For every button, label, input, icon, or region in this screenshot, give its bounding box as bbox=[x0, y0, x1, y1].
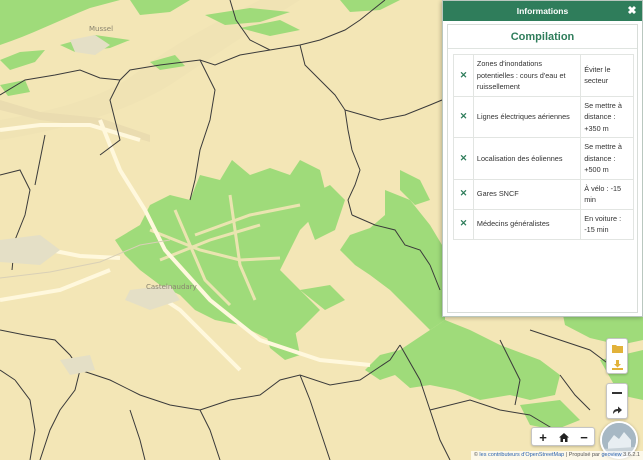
panel-body: Compilation ✕ Zones d'inondations potent… bbox=[447, 24, 638, 313]
criteria-table: ✕ Zones d'inondations potentielles : cou… bbox=[453, 54, 634, 240]
download-icon[interactable] bbox=[608, 357, 626, 373]
remove-criterion-button[interactable]: ✕ bbox=[453, 178, 474, 210]
table-row: ✕ Gares SNCF À vélo : -15 min bbox=[453, 178, 634, 210]
criterion-label: Gares SNCF bbox=[472, 178, 582, 210]
attribution-version: 3.6.2.1 bbox=[621, 452, 640, 458]
criterion-label: Médecins généralistes bbox=[472, 208, 582, 240]
attribution-separator: | Propulsé par bbox=[564, 452, 602, 458]
criterion-action: Éviter le secteur bbox=[580, 54, 634, 97]
zoom-control: + − bbox=[531, 427, 595, 446]
undo-icon[interactable] bbox=[608, 385, 626, 401]
zoom-out-button[interactable]: − bbox=[575, 429, 593, 445]
zoom-in-button[interactable]: + bbox=[534, 429, 552, 445]
criterion-action: À vélo : -15 min bbox=[580, 178, 634, 210]
panel-header: Informations ✖ bbox=[443, 1, 642, 21]
map-attribution: © les contributeurs d'OpenStreetMap | Pr… bbox=[470, 451, 643, 460]
table-row: ✕ Médecins généralistes En voiture : -15… bbox=[453, 208, 634, 240]
criterion-action: En voiture : -15 min bbox=[580, 208, 634, 240]
history-control bbox=[606, 383, 628, 419]
information-panel: Informations ✖ Compilation ✕ Zones d'ino… bbox=[442, 0, 643, 317]
redo-icon[interactable] bbox=[608, 402, 626, 418]
place-label-mussel: Mussel bbox=[89, 25, 114, 33]
criterion-action: Se mettre à distance : +350 m bbox=[580, 95, 634, 138]
table-row: ✕ Localisation des éoliennes Se mettre à… bbox=[453, 137, 634, 180]
panel-header-title: Informations bbox=[516, 6, 569, 16]
panel-title: Compilation bbox=[448, 25, 637, 49]
layer-tools-control bbox=[606, 338, 628, 374]
criterion-label: Zones d'inondations potentielles : cours… bbox=[472, 54, 582, 97]
table-row: ✕ Zones d'inondations potentielles : cou… bbox=[453, 54, 634, 97]
close-icon[interactable]: ✖ bbox=[626, 1, 638, 21]
remove-criterion-button[interactable]: ✕ bbox=[453, 95, 474, 138]
geoview-link[interactable]: geoview bbox=[601, 452, 621, 458]
criterion-label: Localisation des éoliennes bbox=[472, 137, 582, 180]
home-icon[interactable] bbox=[555, 429, 573, 445]
criterion-label: Lignes électriques aériennes bbox=[472, 95, 582, 138]
remove-criterion-button[interactable]: ✕ bbox=[453, 54, 474, 97]
criterion-action: Se mettre à distance : +500 m bbox=[580, 137, 634, 180]
place-label-castelnaudary: Castelnaudary bbox=[146, 283, 197, 291]
osm-link[interactable]: les contributeurs d'OpenStreetMap bbox=[479, 452, 564, 458]
folder-icon[interactable] bbox=[608, 340, 626, 356]
remove-criterion-button[interactable]: ✕ bbox=[453, 137, 474, 180]
table-row: ✕ Lignes électriques aériennes Se mettre… bbox=[453, 95, 634, 138]
remove-criterion-button[interactable]: ✕ bbox=[453, 208, 474, 240]
